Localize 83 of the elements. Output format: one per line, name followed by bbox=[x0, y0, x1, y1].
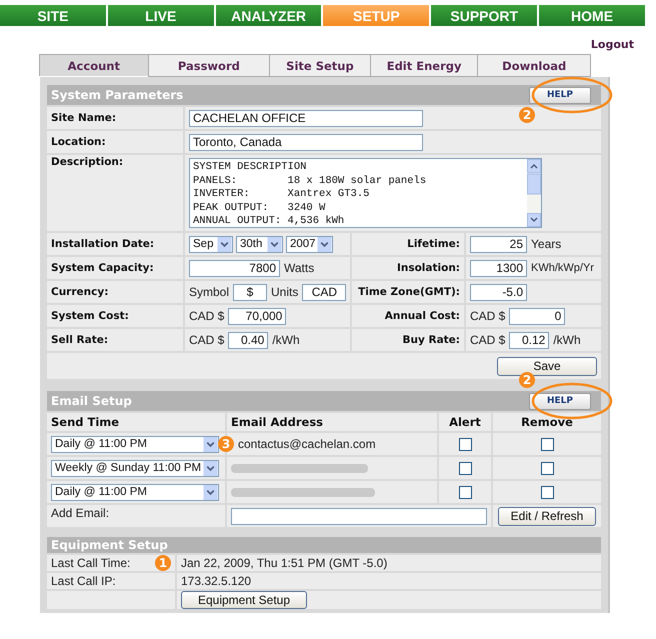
month-select[interactable]: Sep bbox=[189, 236, 233, 252]
nav-tab[interactable]: HOME bbox=[539, 5, 645, 26]
checkbox[interactable] bbox=[540, 462, 554, 474]
unit-label: Years bbox=[531, 237, 562, 251]
nav-tab[interactable]: SITE bbox=[0, 5, 106, 26]
help-button[interactable]: HELP bbox=[529, 86, 591, 104]
tab[interactable]: Password bbox=[148, 54, 270, 77]
section-title: Email Setup bbox=[51, 394, 132, 408]
field-label: Currency: bbox=[51, 286, 108, 298]
unit-label: KWh/kWp/Yr bbox=[531, 262, 594, 274]
time-zone-field[interactable]: -5.0 bbox=[470, 284, 527, 300]
add-email-field[interactable] bbox=[231, 508, 487, 524]
lifetime-field[interactable]: 25 bbox=[470, 236, 527, 252]
section-title: System Parameters bbox=[51, 88, 184, 102]
edit-refresh-button[interactable]: Edit / Refresh bbox=[498, 506, 596, 526]
field-label: Description: bbox=[51, 156, 124, 168]
field-label: Units bbox=[271, 285, 298, 299]
amount-field[interactable]: 0.12 bbox=[509, 332, 550, 348]
amount-field[interactable]: 70,000 bbox=[228, 308, 286, 324]
field-label: Lifetime: bbox=[407, 238, 460, 250]
nav-tab[interactable]: ANALYZER bbox=[216, 5, 322, 26]
amount-field[interactable]: 0.40 bbox=[228, 332, 268, 348]
capacity-field[interactable]: 7800 bbox=[189, 260, 280, 276]
checkbox[interactable] bbox=[540, 438, 554, 450]
checkbox[interactable] bbox=[458, 486, 472, 498]
field-label: Annual Cost: bbox=[384, 310, 460, 322]
field-label: Location: bbox=[51, 136, 106, 148]
currency-prefix: CAD $ bbox=[470, 309, 506, 323]
description-field[interactable]: SYSTEM DESCRIPTION PANELS: 18 x 180W solar panels INVERTER: Xantrex GT3.5 PEAK OUTPUT: 3240 W ANNUAL OUTPUT: 4,536 kWh bbox=[189, 158, 542, 228]
callout-number: 1 bbox=[155, 555, 171, 571]
field-label: System Cost: bbox=[51, 310, 129, 322]
insolation-field[interactable]: 1300 bbox=[470, 260, 527, 276]
field-label: System Capacity: bbox=[51, 262, 154, 274]
currency-prefix: CAD $ bbox=[189, 309, 224, 323]
send-time-select[interactable]: Daily @ 11:00 PM bbox=[51, 436, 219, 452]
column-header: Send Time bbox=[51, 415, 120, 429]
currency-units-field[interactable]: CAD bbox=[302, 284, 346, 300]
field-label: Time Zone(GMT): bbox=[358, 286, 460, 298]
checkbox[interactable] bbox=[458, 438, 472, 450]
field-label: Insolation: bbox=[396, 262, 460, 274]
tab[interactable]: Download bbox=[477, 54, 591, 77]
field-label: Symbol bbox=[189, 285, 230, 299]
currency-symbol-field[interactable]: $ bbox=[233, 284, 268, 300]
callout-number: 3 bbox=[218, 436, 234, 452]
unit-label: /kWh bbox=[272, 333, 300, 347]
location-field[interactable]: Toronto, Canada bbox=[189, 134, 423, 150]
site-name-field[interactable]: CACHELAN OFFICE bbox=[189, 110, 423, 126]
scrollbar[interactable] bbox=[527, 159, 541, 227]
field-value: Jan 22, 2009, Thu 1:51 PM (GMT -5.0) bbox=[181, 556, 388, 570]
equipment-setup-button[interactable]: Equipment Setup bbox=[181, 591, 307, 609]
tab[interactable]: Account bbox=[39, 54, 149, 76]
year-select[interactable]: 2007 bbox=[286, 236, 333, 252]
unit-label: Watts bbox=[284, 261, 314, 275]
help-button[interactable]: HELP bbox=[529, 392, 591, 410]
save-button[interactable]: Save bbox=[497, 356, 597, 376]
send-time-select[interactable]: Daily @ 11:00 PM bbox=[51, 484, 219, 500]
email-address: contactus@cachelan.com bbox=[238, 437, 376, 451]
currency-prefix: CAD $ bbox=[470, 333, 506, 347]
unit-label: /kWh bbox=[553, 333, 581, 347]
field-value: 173.32.5.120 bbox=[181, 574, 252, 588]
column-header: Alert bbox=[449, 415, 481, 429]
field-label: Add Email: bbox=[51, 506, 110, 520]
field-label: Installation Date: bbox=[51, 238, 154, 250]
field-label: Last Call Time: bbox=[51, 556, 130, 570]
amount-field[interactable]: 0 bbox=[509, 308, 566, 324]
nav-tab[interactable]: SUPPORT bbox=[431, 5, 538, 26]
column-header: Email Address bbox=[231, 415, 324, 429]
nav-tab[interactable]: LIVE bbox=[108, 5, 214, 26]
field-label: Sell Rate: bbox=[51, 334, 108, 346]
tab[interactable]: Site Setup bbox=[269, 54, 371, 77]
section-title: Equipment Setup bbox=[51, 538, 168, 552]
field-label: Last Call IP: bbox=[51, 574, 116, 588]
checkbox[interactable] bbox=[540, 486, 554, 498]
field-label: Buy Rate: bbox=[402, 334, 460, 346]
day-select[interactable]: 30th bbox=[236, 236, 283, 252]
tab[interactable]: Edit Energy bbox=[370, 54, 478, 77]
field-label: Site Name: bbox=[51, 112, 116, 124]
logout-link[interactable]: Logout bbox=[590, 38, 634, 51]
send-time-select[interactable]: Weekly @ Sunday 11:00 PM bbox=[51, 460, 219, 476]
currency-prefix: CAD $ bbox=[189, 333, 224, 347]
column-header: Remove bbox=[521, 415, 573, 429]
checkbox[interactable] bbox=[458, 462, 472, 474]
callout-number: 2 bbox=[519, 372, 535, 388]
